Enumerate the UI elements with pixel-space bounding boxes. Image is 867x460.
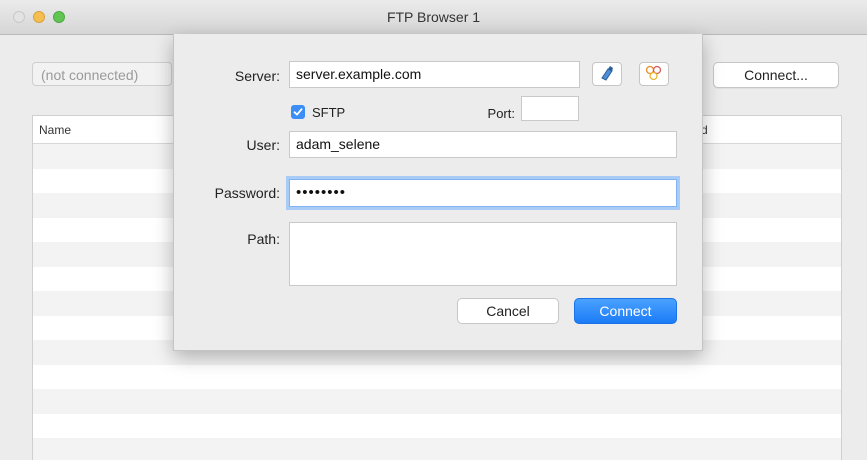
password-field[interactable]: •••••••• xyxy=(289,179,677,207)
connection-status: (not connected) xyxy=(32,62,172,86)
path-field[interactable] xyxy=(289,222,677,286)
password-label: Password: xyxy=(214,185,280,201)
bonjour-icon xyxy=(645,65,663,84)
cancel-button[interactable]: Cancel xyxy=(457,298,559,324)
column-header-name[interactable]: Name xyxy=(39,123,71,137)
user-label: User: xyxy=(246,137,280,153)
sftp-checkbox[interactable] xyxy=(291,105,305,119)
table-row xyxy=(33,389,841,414)
port-label: Port: xyxy=(487,106,515,121)
server-label: Server: xyxy=(234,68,280,84)
dialog-connect-button[interactable]: Connect xyxy=(574,298,677,324)
sftp-label[interactable]: SFTP xyxy=(312,105,345,120)
window-title: FTP Browser 1 xyxy=(386,9,481,25)
bookmark-button[interactable] xyxy=(592,62,622,86)
connect-button[interactable]: Connect... xyxy=(713,62,839,88)
bonjour-button[interactable] xyxy=(639,62,669,86)
bookmark-icon xyxy=(599,65,615,84)
table-row xyxy=(33,365,841,390)
connect-dialog: Server: server.example.com SFTP Port: Us… xyxy=(173,34,703,351)
title-bar: FTP Browser 1 xyxy=(0,0,867,35)
path-label: Path: xyxy=(247,231,280,247)
server-field[interactable]: server.example.com xyxy=(289,61,580,88)
table-row xyxy=(33,414,841,439)
checkmark-icon xyxy=(293,105,303,120)
table-row xyxy=(33,438,841,460)
port-field[interactable] xyxy=(521,96,579,121)
user-field[interactable]: adam_selene xyxy=(289,131,677,158)
